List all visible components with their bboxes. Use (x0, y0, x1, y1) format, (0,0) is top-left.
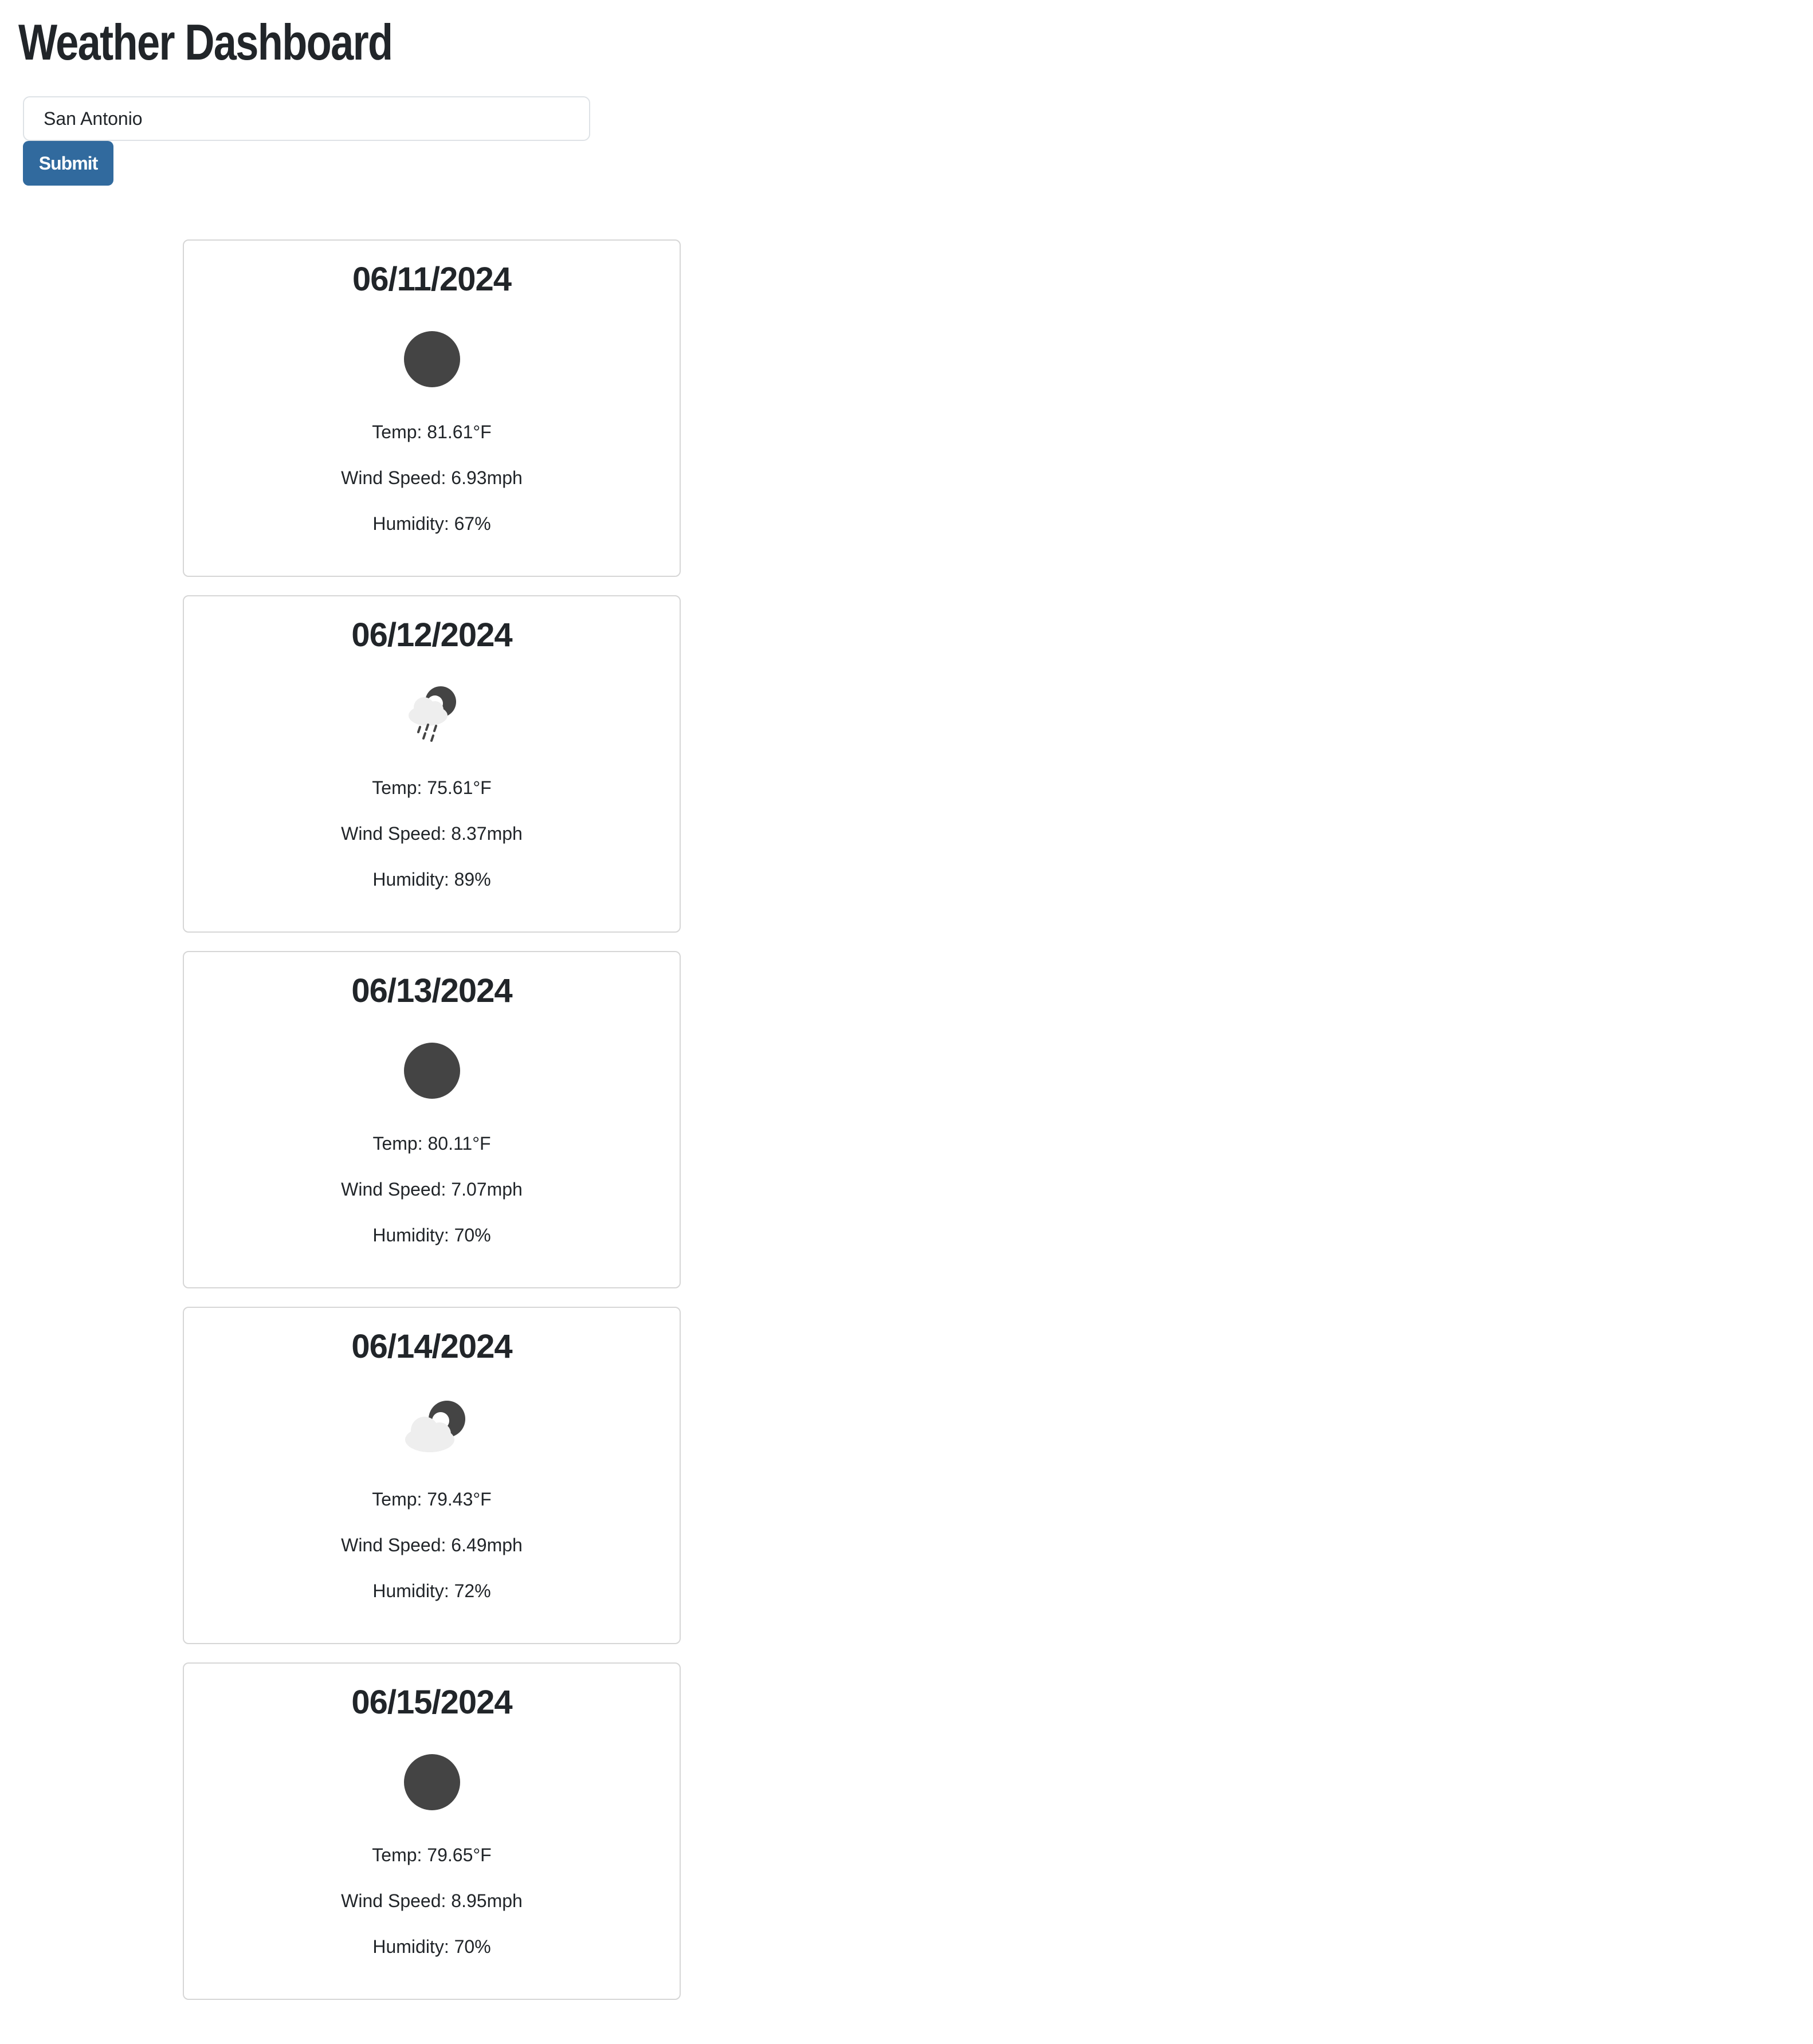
page-title: Weather Dashboard (18, 14, 393, 70)
moon-cloud-icon (405, 1401, 465, 1452)
forecast-humidity: Humidity: 70% (372, 1936, 491, 1957)
forecast-temp: Temp: 75.61°F (372, 777, 492, 798)
search-form: Submit (23, 96, 590, 186)
forecast-date: 06/12/2024 (351, 616, 512, 654)
forecast-humidity: Humidity: 89% (372, 869, 491, 890)
forecast-card: 06/13/2024 Temp: 80.11°F Wind Speed: 7.0… (183, 951, 681, 1288)
forecast-temp: Temp: 79.65°F (372, 1845, 492, 1865)
moon-icon (403, 1754, 460, 1810)
forecast-card: 06/15/2024 Temp: 79.65°F Wind Speed: 8.9… (183, 1662, 681, 2000)
forecast-wind-speed: Wind Speed: 8.37mph (341, 823, 523, 844)
forecast-date: 06/11/2024 (352, 261, 512, 298)
forecast-humidity: Humidity: 72% (372, 1581, 491, 1601)
forecast-humidity: Humidity: 67% (372, 513, 491, 534)
forecast-wind-speed: Wind Speed: 6.93mph (341, 467, 523, 488)
forecast-wind-speed: Wind Speed: 7.07mph (341, 1179, 523, 1200)
forecast-card: 06/11/2024 Temp: 81.61°F Wind Speed: 6.9… (183, 239, 681, 577)
page: Weather Dashboard Submit 06/11/2024 Temp… (0, 0, 1813, 2044)
submit-button[interactable]: Submit (23, 141, 113, 186)
forecast-date: 06/13/2024 (351, 972, 512, 1009)
forecast-temp: Temp: 79.43°F (372, 1489, 492, 1510)
forecast-wind-speed: Wind Speed: 6.49mph (341, 1535, 523, 1555)
forecast-list: 06/11/2024 Temp: 81.61°F Wind Speed: 6.9… (183, 239, 681, 2018)
forecast-temp: Temp: 81.61°F (372, 422, 492, 442)
forecast-card: 06/12/2024 Temp: 75.61°F Wind Speed: 8.3… (183, 595, 681, 933)
forecast-wind-speed: Wind Speed: 8.95mph (341, 1890, 523, 1911)
moon-icon (403, 1043, 460, 1099)
forecast-temp: Temp: 80.11°F (372, 1133, 491, 1154)
moon-rain-cloud-icon (408, 686, 456, 742)
forecast-card: 06/14/2024 Temp: 79.43°F Wind Speed: 6.4… (183, 1307, 681, 1644)
moon-icon (403, 331, 460, 387)
forecast-date: 06/15/2024 (351, 1684, 512, 1721)
city-search-input[interactable] (23, 96, 590, 141)
forecast-date: 06/14/2024 (351, 1328, 512, 1365)
forecast-humidity: Humidity: 70% (372, 1225, 491, 1245)
